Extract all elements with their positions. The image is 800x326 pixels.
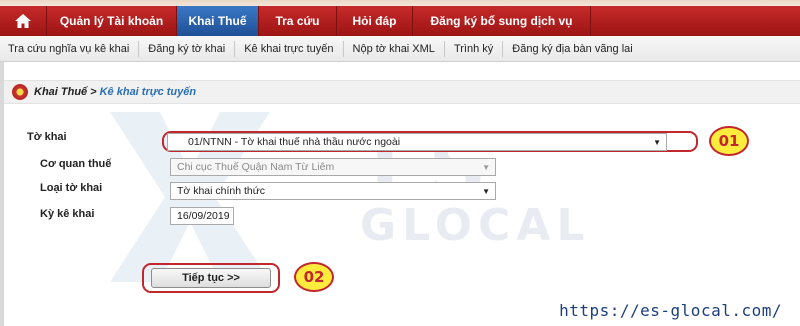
to-khai-value: 01/NTNN - Tờ khai thuế nhà thầu nước ngo… — [188, 136, 401, 148]
loai-to-khai-label: Loại tờ khai — [40, 182, 103, 194]
step-badge-01: 01 — [709, 126, 749, 156]
ky-ke-khai-value: 16/09/2019 — [177, 210, 230, 222]
dropdown-arrow-icon: ▼ — [482, 163, 490, 172]
subnav-ke-khai-truc-tuyen[interactable]: Kê khai trực tuyến — [235, 40, 344, 57]
loai-to-khai-value: Tờ khai chính thức — [177, 185, 266, 197]
co-quan-thue-value: Chi cục Thuế Quận Nam Từ Liêm — [177, 161, 335, 173]
nav-dang-ky-bo-sung[interactable]: Đăng ký bổ sung dịch vụ — [413, 6, 591, 36]
nav-quan-ly-tai-khoan[interactable]: Quản lý Tài khoản — [47, 6, 177, 36]
co-quan-thue-label: Cơ quan thuế — [40, 158, 112, 170]
nav-khai-thue[interactable]: Khai Thuế — [177, 6, 259, 36]
dropdown-arrow-icon: ▼ — [653, 138, 661, 147]
dropdown-arrow-icon: ▼ — [482, 187, 490, 196]
breadcrumb-separator: > — [90, 86, 97, 98]
ky-ke-khai-input[interactable]: 16/09/2019 — [170, 207, 234, 225]
breadcrumb-section[interactable]: Khai Thuế — [34, 86, 87, 98]
subnav-dang-ky-dia-ban[interactable]: Đăng ký địa bàn vãng lai — [503, 41, 641, 57]
subnav-dang-ky-to-khai[interactable]: Đăng ký tờ khai — [139, 40, 236, 57]
subnav-tra-cuu-nghia-vu[interactable]: Tra cứu nghĩa vụ kê khai — [0, 40, 140, 57]
home-button[interactable] — [0, 6, 47, 36]
step-badge-02: 02 — [294, 262, 334, 292]
nav-hoi-dap[interactable]: Hỏi đáp — [337, 6, 413, 36]
subnav-nop-to-khai-xml[interactable]: Nộp tờ khai XML — [344, 40, 445, 57]
emblem-icon — [12, 84, 28, 100]
main-nav: Quản lý Tài khoản Khai Thuế Tra cứu Hỏi … — [0, 6, 800, 36]
subnav-trinh-ky[interactable]: Trình ký — [445, 40, 504, 57]
ky-ke-khai-label: Kỳ kê khai — [40, 208, 95, 220]
to-khai-label: Tờ khai — [27, 131, 67, 143]
watermark-glocal: GLOCAL — [360, 200, 591, 251]
breadcrumb: Khai Thuế > Kê khai trực tuyến — [4, 80, 800, 104]
to-khai-select[interactable]: 01/NTNN - Tờ khai thuế nhà thầu nước ngo… — [167, 133, 667, 151]
sub-nav: Tra cứu nghĩa vụ kê khai Đăng ký tờ khai… — [0, 36, 800, 62]
co-quan-thue-select[interactable]: Chi cục Thuế Quận Nam Từ Liêm ▼ — [170, 158, 496, 176]
breadcrumb-current: Kê khai trực tuyến — [99, 86, 197, 98]
continue-button[interactable]: Tiếp tục >> — [151, 268, 271, 288]
home-icon — [15, 14, 31, 28]
loai-to-khai-select[interactable]: Tờ khai chính thức ▼ — [170, 182, 496, 200]
footer-url[interactable]: https://es-glocal.com/ — [559, 301, 782, 320]
nav-tra-cuu[interactable]: Tra cứu — [259, 6, 337, 36]
